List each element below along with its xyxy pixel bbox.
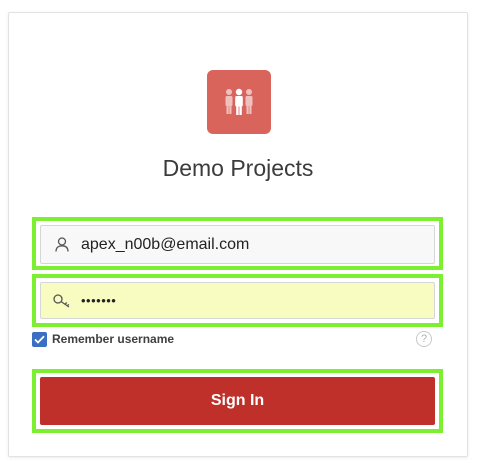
username-input[interactable] bbox=[81, 235, 434, 254]
app-logo bbox=[207, 70, 271, 134]
username-field[interactable] bbox=[40, 225, 435, 264]
remember-checkbox[interactable] bbox=[32, 331, 47, 347]
password-input[interactable] bbox=[81, 293, 434, 308]
user-icon bbox=[53, 236, 71, 254]
people-group-icon bbox=[225, 88, 253, 115]
sign-in-button[interactable]: Sign In bbox=[40, 377, 435, 425]
password-field[interactable] bbox=[40, 282, 435, 319]
remember-label[interactable]: Remember username bbox=[52, 332, 174, 346]
remember-row: Remember username ? bbox=[32, 330, 432, 348]
key-icon bbox=[53, 292, 71, 310]
question-circle-icon[interactable]: ? bbox=[416, 331, 432, 347]
app-title: Demo Projects bbox=[162, 155, 314, 181]
checkmark-icon bbox=[34, 335, 45, 344]
